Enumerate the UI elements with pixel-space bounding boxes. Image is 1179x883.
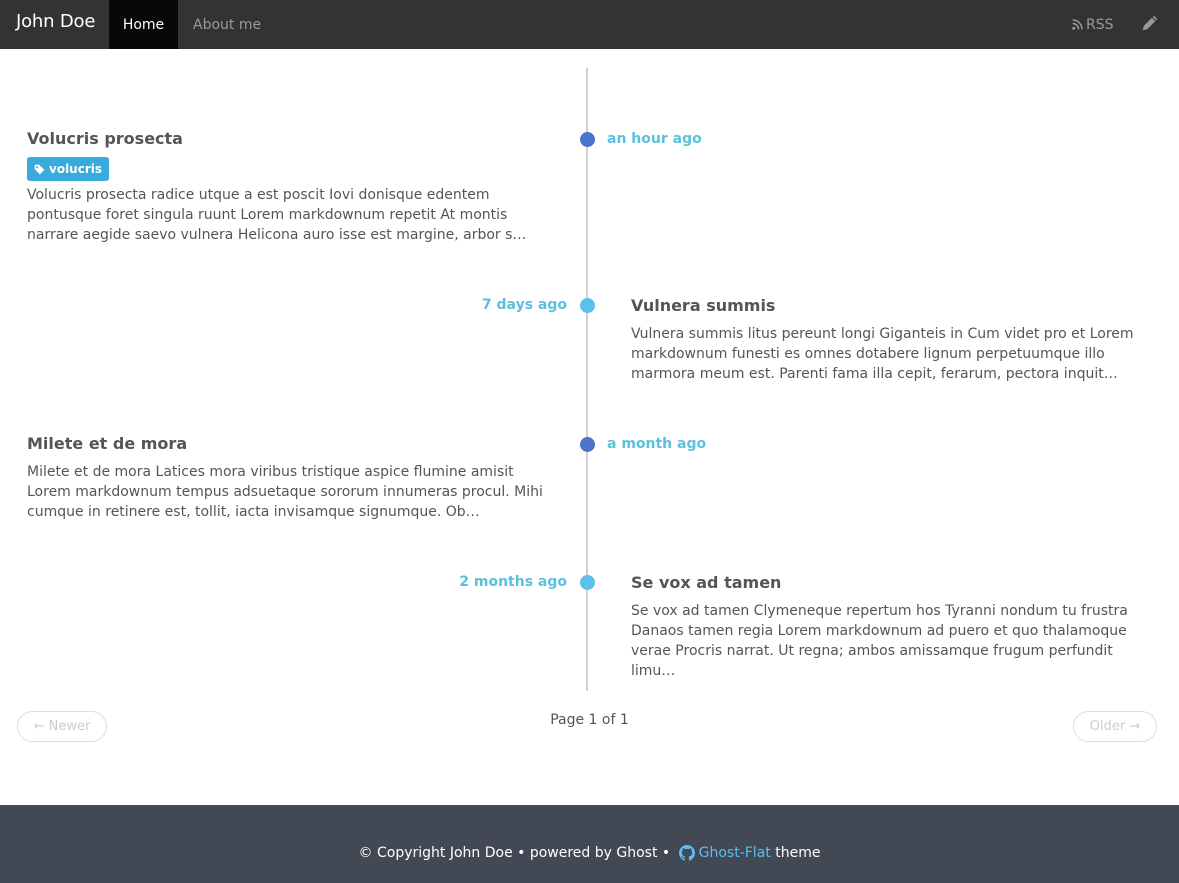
post-title[interactable]: Se vox ad tamen — [631, 573, 781, 592]
navbar: John Doe Home About me RSS — [0, 0, 1179, 49]
post-title[interactable]: Volucris prosecta — [27, 129, 183, 148]
tag-badge[interactable]: volucris — [27, 157, 110, 181]
timeline-dot — [580, 132, 595, 147]
post-excerpt: Volucris prosecta radice utque a est pos… — [27, 187, 527, 243]
older-button[interactable]: Older → — [1073, 711, 1157, 742]
rss-label: RSS — [1086, 16, 1114, 33]
footer-copyright: © Copyright John Doe • powered by Ghost … — [358, 845, 675, 861]
nav-item-about[interactable]: About me — [178, 0, 276, 49]
timeline-dot — [580, 298, 595, 313]
post-excerpt: Vulnera summis litus pereunt longi Gigan… — [631, 326, 1134, 382]
post-title[interactable]: Milete et de mora — [27, 434, 187, 453]
page-number: Page 1 of 1 — [550, 712, 629, 728]
post-time: 7 days ago — [481, 297, 567, 313]
tag-label: volucris — [49, 162, 103, 176]
post-excerpt: Milete et de mora Latices mora viribus t… — [27, 464, 543, 520]
theme-link[interactable]: Ghost-Flat — [699, 845, 771, 861]
github-icon[interactable] — [678, 845, 695, 861]
post-time: an hour ago — [607, 131, 702, 147]
post-time: a month ago — [607, 436, 707, 452]
post-title[interactable]: Vulnera summis — [631, 296, 775, 315]
timeline-dot — [580, 575, 595, 590]
rss-link[interactable]: RSS — [1072, 0, 1114, 49]
brand-link[interactable]: John Doe — [16, 11, 95, 32]
post-time: 2 months ago — [459, 574, 567, 590]
post-excerpt: Se vox ad tamen Clymeneque repertum hos … — [631, 603, 1128, 679]
timeline-line — [586, 68, 588, 691]
nav-item-home[interactable]: Home — [109, 0, 178, 49]
footer-text: © Copyright John Doe • powered by Ghost … — [0, 845, 1179, 861]
pencil-icon[interactable] — [1141, 14, 1159, 32]
rss-icon — [1072, 19, 1083, 30]
tag-icon — [34, 164, 45, 174]
footer-theme-suffix: theme — [770, 845, 821, 861]
timeline-dot — [580, 437, 595, 452]
footer — [0, 805, 1179, 883]
